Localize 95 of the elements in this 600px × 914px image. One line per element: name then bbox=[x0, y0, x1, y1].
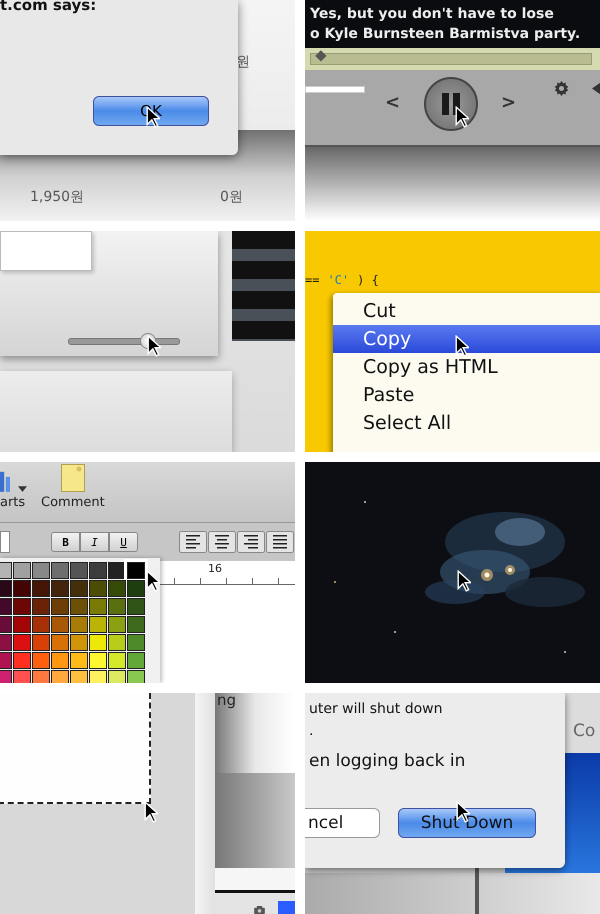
color-swatch[interactable] bbox=[51, 562, 69, 579]
code-token: == bbox=[305, 273, 320, 287]
skip-button[interactable]: < bbox=[385, 92, 400, 113]
color-swatch[interactable] bbox=[70, 562, 88, 579]
style-button[interactable]: B bbox=[51, 532, 80, 552]
color-swatch[interactable] bbox=[127, 562, 145, 579]
color-swatch[interactable] bbox=[108, 670, 126, 683]
color-swatch[interactable] bbox=[70, 598, 88, 615]
color-swatch[interactable] bbox=[13, 580, 31, 597]
align-icon[interactable] bbox=[266, 531, 294, 553]
progress-thumb[interactable] bbox=[316, 50, 327, 62]
speaker-icon[interactable] bbox=[592, 82, 600, 95]
note-icon bbox=[60, 464, 85, 492]
color-swatch[interactable] bbox=[108, 616, 126, 633]
cursor-icon bbox=[457, 570, 471, 592]
color-swatch[interactable] bbox=[127, 670, 145, 683]
menu-item[interactable]: Copy bbox=[333, 325, 600, 353]
cursor-icon bbox=[455, 335, 469, 357]
color-swatch[interactable] bbox=[70, 652, 88, 669]
color-swatch[interactable] bbox=[108, 652, 126, 669]
color-swatch[interactable] bbox=[89, 616, 107, 633]
color-swatch[interactable] bbox=[51, 670, 69, 683]
color-swatch[interactable] bbox=[32, 652, 50, 669]
menu-item[interactable]: Copy as HTML bbox=[333, 353, 600, 381]
color-swatch[interactable] bbox=[70, 616, 88, 633]
menu-item[interactable]: Cut bbox=[333, 297, 600, 325]
color-swatch[interactable] bbox=[127, 634, 145, 651]
color-swatch[interactable] bbox=[89, 580, 107, 597]
style-button[interactable]: U bbox=[109, 532, 138, 552]
color-swatch[interactable] bbox=[13, 652, 31, 669]
code-token: 'C' bbox=[327, 273, 350, 287]
settings-icon[interactable] bbox=[553, 80, 570, 97]
color-swatch[interactable] bbox=[70, 634, 88, 651]
input-field[interactable] bbox=[0, 531, 10, 553]
color-swatch[interactable] bbox=[13, 562, 31, 579]
color-swatch[interactable] bbox=[127, 652, 145, 669]
menu-item[interactable]: Select All bbox=[333, 409, 600, 437]
dialog-text: . bbox=[309, 723, 314, 739]
toolbar-button[interactable]: Comment bbox=[41, 462, 105, 510]
color-swatch[interactable] bbox=[13, 616, 31, 633]
color-swatch[interactable] bbox=[51, 580, 69, 597]
color-swatch[interactable] bbox=[89, 652, 107, 669]
code-token: ) { bbox=[357, 273, 379, 287]
color-swatch[interactable] bbox=[127, 580, 145, 597]
color-swatch[interactable] bbox=[127, 598, 145, 615]
style-button[interactable]: I bbox=[80, 532, 109, 552]
bar-chart-icon bbox=[0, 470, 10, 492]
color-swatch[interactable] bbox=[108, 634, 126, 651]
skip-button[interactable]: > bbox=[501, 92, 516, 113]
dialog-button[interactable]: ncel bbox=[305, 808, 380, 838]
table-cell: 원 bbox=[236, 53, 250, 71]
window-text: Co bbox=[573, 721, 596, 741]
color-swatch[interactable] bbox=[89, 670, 107, 683]
menu-item[interactable]: Paste bbox=[333, 381, 600, 409]
ruler-number: 16 bbox=[208, 562, 222, 575]
table-cell: 1,950원 bbox=[30, 188, 84, 206]
color-swatch[interactable] bbox=[70, 580, 88, 597]
color-swatch[interactable] bbox=[51, 616, 69, 633]
color-swatch[interactable] bbox=[32, 598, 50, 615]
color-swatch[interactable] bbox=[89, 598, 107, 615]
color-swatch[interactable] bbox=[108, 580, 126, 597]
color-swatch[interactable] bbox=[51, 634, 69, 651]
cursor-icon bbox=[146, 570, 160, 592]
color-swatch[interactable] bbox=[13, 598, 31, 615]
cursor-icon bbox=[147, 335, 161, 357]
align-icon[interactable] bbox=[179, 531, 207, 553]
cursor-icon bbox=[455, 106, 469, 128]
align-icon[interactable] bbox=[208, 531, 236, 553]
cursor-icon bbox=[144, 801, 158, 823]
toolbar-button[interactable]: arts bbox=[0, 462, 27, 510]
color-swatch[interactable] bbox=[13, 634, 31, 651]
stand-pole bbox=[475, 868, 479, 914]
color-swatch[interactable] bbox=[32, 580, 50, 597]
dialog-text: uter will shut down bbox=[309, 701, 443, 717]
progress-track[interactable] bbox=[310, 53, 592, 65]
color-swatch[interactable] bbox=[89, 562, 107, 579]
color-swatch[interactable] bbox=[127, 616, 145, 633]
align-icon[interactable] bbox=[237, 531, 265, 553]
dialog-button[interactable]: Shut Down bbox=[398, 808, 536, 838]
color-swatch[interactable] bbox=[32, 616, 50, 633]
color-swatch[interactable] bbox=[108, 598, 126, 615]
color-swatch[interactable] bbox=[51, 598, 69, 615]
color-swatch[interactable] bbox=[32, 634, 50, 651]
color-swatch[interactable] bbox=[13, 670, 31, 683]
subtitle-line: Yes, but you don't have to lose bbox=[310, 6, 554, 22]
dialog-text: en logging back in bbox=[309, 751, 466, 771]
color-swatch[interactable] bbox=[70, 670, 88, 683]
table-cell: 0원 bbox=[220, 188, 243, 206]
window-text: ng bbox=[217, 693, 236, 709]
color-swatch[interactable] bbox=[89, 634, 107, 651]
color-swatch[interactable] bbox=[51, 652, 69, 669]
subtitle-line: o Kyle Burnsteen Barmistva party. bbox=[310, 26, 580, 42]
color-swatch[interactable] bbox=[32, 670, 50, 683]
caret-icon bbox=[18, 486, 27, 492]
color-swatch[interactable] bbox=[32, 562, 50, 579]
